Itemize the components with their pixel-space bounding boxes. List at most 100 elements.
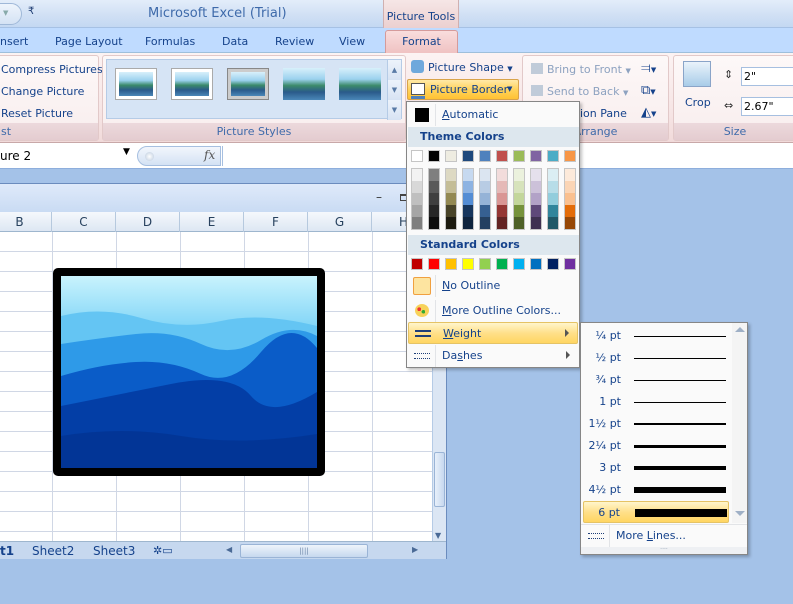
- standard-color-swatch[interactable]: [462, 258, 474, 270]
- theme-shade-swatch[interactable]: [497, 181, 507, 193]
- theme-shade-swatch[interactable]: [412, 205, 422, 217]
- standard-color-swatch[interactable]: [513, 258, 525, 270]
- weight-option[interactable]: 1½ pt: [583, 413, 729, 435]
- theme-shade-swatch[interactable]: [514, 181, 524, 193]
- picture-style-thumb[interactable]: [171, 68, 213, 100]
- theme-shade-column[interactable]: [547, 168, 559, 230]
- theme-shade-swatch[interactable]: [531, 169, 541, 181]
- sheet-tab-sheet2[interactable]: Sheet2: [32, 543, 74, 559]
- theme-shade-swatch[interactable]: [531, 205, 541, 217]
- theme-shade-swatch[interactable]: [429, 217, 439, 229]
- weight-item[interactable]: Weight: [408, 322, 578, 344]
- standard-color-swatch[interactable]: [496, 258, 508, 270]
- standard-color-swatch[interactable]: [479, 258, 491, 270]
- theme-shade-swatch[interactable]: [480, 205, 490, 217]
- theme-shade-swatch[interactable]: [412, 217, 422, 229]
- theme-shade-swatch[interactable]: [446, 193, 456, 205]
- gallery-more[interactable]: ▼: [387, 100, 401, 120]
- standard-color-swatch[interactable]: [530, 258, 542, 270]
- theme-shade-swatch[interactable]: [548, 181, 558, 193]
- gallery-scroll-down[interactable]: ▼: [387, 80, 401, 100]
- group-icon[interactable]: ⧉▼: [641, 83, 656, 98]
- tab-format[interactable]: Format: [385, 30, 458, 54]
- theme-shade-swatch[interactable]: [548, 205, 558, 217]
- theme-shade-swatch[interactable]: [446, 181, 456, 193]
- theme-shade-column[interactable]: [496, 168, 508, 230]
- theme-shade-swatch[interactable]: [531, 217, 541, 229]
- theme-shade-column[interactable]: [411, 168, 423, 230]
- tab-data[interactable]: Data: [222, 35, 248, 48]
- theme-shade-swatch[interactable]: [463, 205, 473, 217]
- theme-color-swatch[interactable]: [462, 150, 474, 162]
- picture-border-button[interactable]: Picture Border ▼: [407, 79, 519, 100]
- theme-shade-swatch[interactable]: [463, 193, 473, 205]
- tab-formulas[interactable]: Formulas: [145, 35, 195, 48]
- theme-shade-swatch[interactable]: [463, 181, 473, 193]
- theme-shade-swatch[interactable]: [514, 169, 524, 181]
- theme-shade-swatch[interactable]: [480, 181, 490, 193]
- theme-shade-swatch[interactable]: [446, 169, 456, 181]
- theme-color-swatch[interactable]: [530, 150, 542, 162]
- theme-shade-swatch[interactable]: [548, 169, 558, 181]
- align-icon[interactable]: ⫤▼: [641, 61, 656, 76]
- weight-option[interactable]: 2¼ pt: [583, 435, 729, 457]
- standard-color-swatch[interactable]: [564, 258, 576, 270]
- theme-shade-column[interactable]: [564, 168, 576, 230]
- dashes-item[interactable]: Dashes: [408, 345, 578, 367]
- theme-shade-column[interactable]: [479, 168, 491, 230]
- theme-shade-swatch[interactable]: [429, 205, 439, 217]
- tab-page-layout[interactable]: Page Layout: [55, 35, 123, 48]
- theme-shade-swatch[interactable]: [531, 193, 541, 205]
- picture-shape-button[interactable]: Picture Shape ▼: [411, 60, 513, 74]
- vertical-scroll-thumb[interactable]: [434, 452, 445, 507]
- scroll-up-icon[interactable]: [735, 327, 745, 332]
- sheet-tab-sheet1[interactable]: t1: [0, 543, 14, 559]
- customize-quick-access-icon[interactable]: ₹: [28, 6, 34, 17]
- theme-color-swatch[interactable]: [547, 150, 559, 162]
- theme-shade-swatch[interactable]: [514, 205, 524, 217]
- weight-option[interactable]: 6 pt: [583, 501, 729, 523]
- theme-shade-swatch[interactable]: [412, 169, 422, 181]
- reset-picture-button[interactable]: Reset Picture: [1, 107, 73, 120]
- weight-option[interactable]: ½ pt: [583, 347, 729, 369]
- gallery-scroll-up[interactable]: ▲: [387, 60, 401, 80]
- crop-button[interactable]: Crop: [685, 96, 711, 109]
- weight-option[interactable]: ¾ pt: [583, 369, 729, 391]
- theme-shade-swatch[interactable]: [429, 193, 439, 205]
- column-header[interactable]: D: [116, 212, 180, 232]
- theme-shade-swatch[interactable]: [480, 193, 490, 205]
- scroll-down-icon[interactable]: [735, 511, 745, 516]
- theme-color-swatch[interactable]: [445, 150, 457, 162]
- standard-color-swatch[interactable]: [445, 258, 457, 270]
- theme-color-swatch[interactable]: [513, 150, 525, 162]
- picture-style-thumb[interactable]: [227, 68, 269, 100]
- theme-shade-swatch[interactable]: [531, 181, 541, 193]
- column-header[interactable]: E: [180, 212, 244, 232]
- picture-style-thumb[interactable]: [115, 68, 157, 100]
- theme-shade-column[interactable]: [462, 168, 474, 230]
- rotate-icon[interactable]: ◭▼: [641, 105, 656, 120]
- standard-color-swatch[interactable]: [428, 258, 440, 270]
- horizontal-scrollbar[interactable]: ◀ |||| ▶: [218, 544, 428, 558]
- theme-shade-swatch[interactable]: [565, 169, 575, 181]
- tab-view[interactable]: View: [339, 35, 365, 48]
- weight-option[interactable]: 4½ pt: [583, 479, 729, 501]
- theme-shade-swatch[interactable]: [412, 181, 422, 193]
- column-header[interactable]: C: [52, 212, 116, 232]
- crop-icon[interactable]: [683, 61, 711, 87]
- theme-shade-column[interactable]: [428, 168, 440, 230]
- theme-shade-swatch[interactable]: [514, 193, 524, 205]
- theme-shade-swatch[interactable]: [463, 169, 473, 181]
- insert-sheet-icon[interactable]: ✲▭: [153, 543, 173, 559]
- theme-shade-swatch[interactable]: [514, 217, 524, 229]
- theme-shade-swatch[interactable]: [565, 181, 575, 193]
- theme-shade-swatch[interactable]: [565, 193, 575, 205]
- horizontal-scroll-thumb[interactable]: ||||: [240, 544, 368, 558]
- theme-shade-swatch[interactable]: [480, 169, 490, 181]
- theme-shade-swatch[interactable]: [497, 205, 507, 217]
- theme-shade-swatch[interactable]: [429, 181, 439, 193]
- compress-pictures-button[interactable]: Compress Pictures: [1, 63, 103, 76]
- selection-pane-button[interactable]: ion Pane: [580, 107, 627, 120]
- column-header[interactable]: B: [0, 212, 52, 232]
- weight-option[interactable]: 3 pt: [583, 457, 729, 479]
